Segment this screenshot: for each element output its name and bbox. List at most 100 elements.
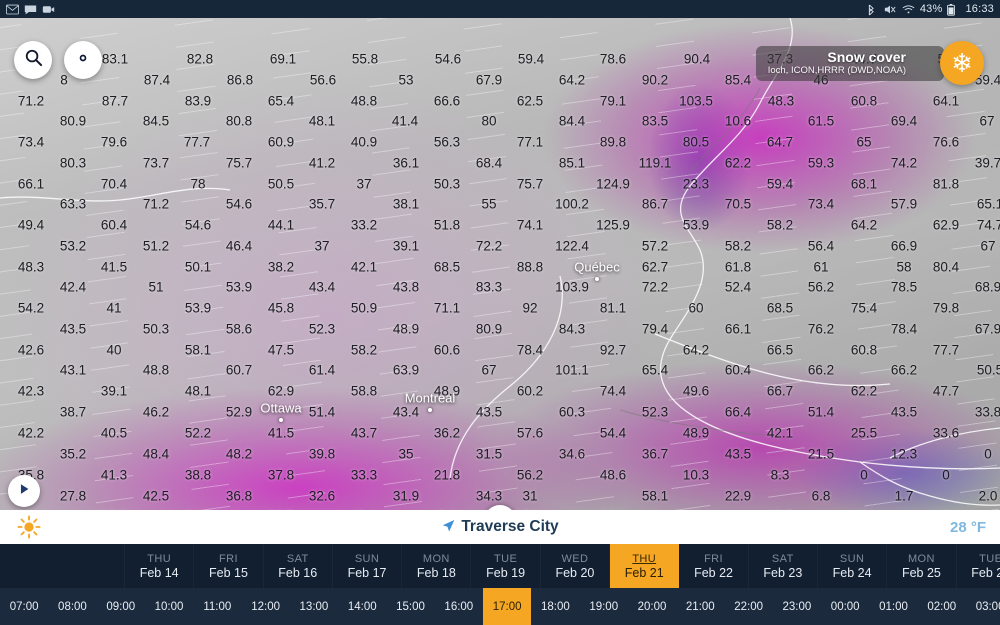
- snow-value-label: 36.7: [641, 446, 669, 462]
- day-item[interactable]: FRI Feb 15: [194, 544, 264, 588]
- snow-value-label: 35: [398, 446, 414, 462]
- hour-item[interactable]: 20:00: [628, 588, 676, 625]
- day-item[interactable]: SAT Feb 16: [264, 544, 333, 588]
- day-strip-leading-space: [0, 544, 125, 588]
- snow-value-label: 54.2: [17, 300, 45, 316]
- snow-value-label: 82.8: [186, 51, 214, 67]
- snow-value-label: 33.3: [350, 467, 378, 483]
- snow-value-label: 63.3: [59, 196, 87, 212]
- day-item[interactable]: WED Feb 20: [541, 544, 611, 588]
- snow-value-label: 78.4: [890, 321, 918, 337]
- hour-item[interactable]: 13:00: [290, 588, 338, 625]
- chat-icon: [24, 4, 37, 15]
- snow-value-label: 36.8: [225, 488, 253, 504]
- settings-button[interactable]: [64, 41, 102, 79]
- snow-value-label: 39.1: [100, 383, 128, 399]
- snow-value-label: 84.5: [142, 113, 170, 129]
- hour-item[interactable]: 21:00: [676, 588, 724, 625]
- hour-item[interactable]: 11:00: [193, 588, 241, 625]
- snow-value-label: 88.8: [516, 259, 544, 275]
- snow-value-label: 41.2: [308, 155, 336, 171]
- snow-value-label: 48.1: [184, 383, 212, 399]
- hour-item[interactable]: 10:00: [145, 588, 193, 625]
- day-item[interactable]: SUN Feb 17: [333, 544, 403, 588]
- snow-value-label: 90.2: [641, 72, 669, 88]
- play-icon: [17, 482, 31, 501]
- day-item[interactable]: FRI Feb 22: [679, 544, 749, 588]
- snow-value-label: 6.8: [811, 488, 831, 504]
- snow-value-label: 41.5: [100, 259, 128, 275]
- snow-value-label: 25.5: [850, 425, 878, 441]
- snow-value-label: 71.1: [433, 300, 461, 316]
- snow-value-label: 21.8: [433, 467, 461, 483]
- snow-value-label: 31.9: [392, 488, 420, 504]
- search-button[interactable]: [14, 41, 52, 79]
- hour-item[interactable]: 08:00: [48, 588, 96, 625]
- snow-value-label: 34.6: [558, 446, 586, 462]
- snow-value-label: 40: [106, 342, 122, 358]
- hour-item[interactable]: 07:00: [0, 588, 48, 625]
- day-item[interactable]: TUE Feb 19: [471, 544, 541, 588]
- hour-item[interactable]: 00:00: [821, 588, 869, 625]
- snow-value-label: 63.9: [392, 362, 420, 378]
- snow-value-label: 42.4: [59, 279, 87, 295]
- mail-icon: [6, 4, 19, 15]
- snow-value-label: 81.1: [599, 300, 627, 316]
- snow-value-label: 42.2: [17, 425, 45, 441]
- current-location[interactable]: Traverse City: [441, 518, 559, 536]
- day-item[interactable]: SUN Feb 24: [818, 544, 888, 588]
- hour-item[interactable]: 09:00: [97, 588, 145, 625]
- hour-item[interactable]: 12:00: [241, 588, 289, 625]
- hour-item[interactable]: 23:00: [773, 588, 821, 625]
- snow-value-label: 50.5: [976, 362, 1000, 378]
- snowflake-icon: ❄: [951, 48, 973, 78]
- snow-value-label: 66.9: [890, 238, 918, 254]
- day-item[interactable]: SAT Feb 23: [749, 544, 818, 588]
- snow-value-label: 40.9: [350, 134, 378, 150]
- hour-item-selected[interactable]: 17:00: [482, 588, 532, 625]
- snow-value-label: 80.4: [932, 259, 960, 275]
- snow-value-label: 42.6: [17, 342, 45, 358]
- day-item[interactable]: TUEFeb 26: [957, 544, 1000, 588]
- snow-value-label: 33.8: [974, 404, 1000, 420]
- snow-value-label: 58.1: [641, 488, 669, 504]
- hour-selector-strip[interactable]: 07:00 08:00 09:00 10:00 11:00 12:00 13:00 14:00…: [0, 588, 1000, 625]
- snow-value-label: 41.3: [100, 467, 128, 483]
- hour-item[interactable]: 19:00: [580, 588, 628, 625]
- wifi-icon: [902, 4, 915, 15]
- day-item[interactable]: THU Feb 14: [125, 544, 195, 588]
- play-animation-button[interactable]: [8, 475, 40, 507]
- snow-value-label: 83.5: [641, 113, 669, 129]
- hour-item[interactable]: 15:00: [386, 588, 434, 625]
- snow-value-label: 52.9: [225, 404, 253, 420]
- day-date-label: Feb 14: [139, 565, 179, 580]
- day-selector-strip[interactable]: THU Feb 14 FRI Feb 15 SAT Feb 16 SUN Feb 17 MON F…: [0, 544, 1000, 588]
- snow-value-label: 42.5: [142, 488, 170, 504]
- snow-value-label: 57.6: [516, 425, 544, 441]
- day-item[interactable]: MON Feb 25: [887, 544, 957, 588]
- active-layer-badge[interactable]: Snow cover Ioch, ICON,HRRR (DWD,NOAA) ❄: [755, 41, 990, 85]
- snow-value-label: 57.9: [890, 196, 918, 212]
- hour-item[interactable]: 03:00: [966, 588, 1000, 625]
- day-item[interactable]: MON Feb 18: [402, 544, 472, 588]
- snow-value-label: 80.8: [225, 113, 253, 129]
- sun-icon: [16, 514, 42, 540]
- snow-value-label: 56.4: [807, 238, 835, 254]
- hour-item[interactable]: 14:00: [338, 588, 386, 625]
- hour-item[interactable]: 16:00: [435, 588, 483, 625]
- snow-value-label: 70.4: [100, 176, 128, 192]
- hour-item[interactable]: 01:00: [869, 588, 917, 625]
- hour-item[interactable]: 22:00: [724, 588, 772, 625]
- snow-value-label: 42.1: [350, 259, 378, 275]
- layer-toggle-button[interactable]: ❄: [940, 41, 984, 85]
- snow-value-label: 64.7: [766, 134, 794, 150]
- day-item-selected[interactable]: THU Feb 21: [610, 544, 680, 588]
- hour-item[interactable]: 02:00: [918, 588, 966, 625]
- navigation-arrow-icon: [441, 519, 455, 536]
- snow-value-label: 48.9: [392, 321, 420, 337]
- snow-value-label: 50.3: [142, 321, 170, 337]
- hour-item[interactable]: 18:00: [531, 588, 579, 625]
- snow-value-label: 33.2: [350, 217, 378, 233]
- day-date-label: Feb 20: [555, 565, 595, 580]
- weather-map-canvas[interactable]: 83.182.869.155.854.659.478.690.437.344.7…: [0, 18, 1000, 510]
